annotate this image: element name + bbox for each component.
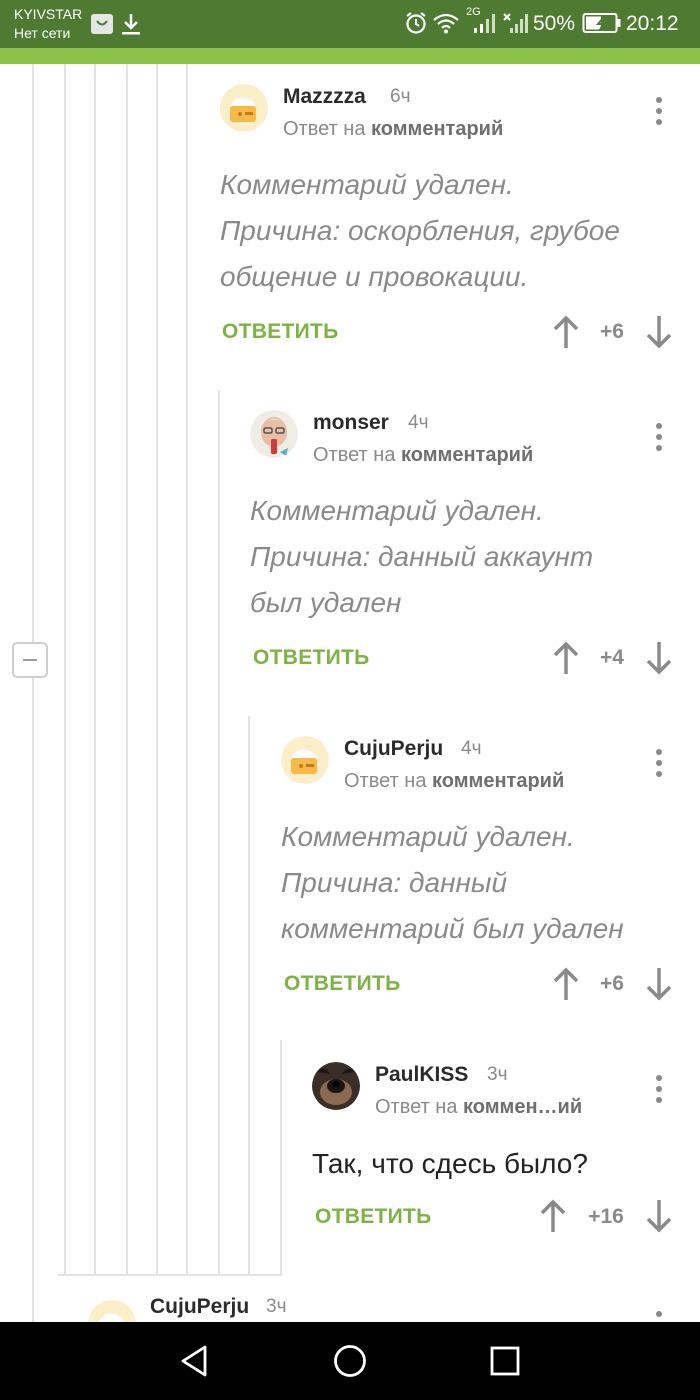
thread-line bbox=[64, 64, 66, 1276]
avatar[interactable] bbox=[250, 410, 298, 458]
downvote-arrow-icon[interactable] bbox=[645, 1198, 673, 1234]
username[interactable]: monser bbox=[313, 410, 389, 436]
upvote-arrow-icon[interactable] bbox=[539, 1198, 567, 1234]
default-cake-avatar-icon bbox=[88, 1300, 136, 1322]
upvote-arrow-icon[interactable] bbox=[552, 314, 580, 350]
avatar[interactable] bbox=[281, 736, 329, 784]
comment-score: +4 bbox=[600, 646, 624, 669]
text-line: Причина: оскорбления, грубое bbox=[220, 215, 620, 246]
thread-line bbox=[156, 64, 158, 1276]
text-line: Комментарий удален. bbox=[250, 495, 544, 526]
old-man-photo-avatar-icon bbox=[250, 410, 298, 458]
username[interactable]: Mazzzza bbox=[283, 84, 366, 110]
comment: CujuPerju 3ч bbox=[88, 1296, 688, 1322]
comment-text: Так, что сдесь было? bbox=[312, 1148, 588, 1179]
dog-photo-avatar-icon bbox=[312, 1062, 360, 1110]
more-options-icon[interactable] bbox=[655, 1311, 663, 1322]
thread-line bbox=[218, 390, 220, 1276]
text-line: Комментарий удален. bbox=[281, 821, 575, 852]
reply-to-link[interactable]: Ответ на комментарий bbox=[313, 442, 533, 468]
upvote-arrow-icon[interactable] bbox=[552, 966, 580, 1002]
alarm-icon bbox=[404, 11, 428, 40]
text-line: был удален bbox=[250, 587, 402, 618]
thread-line bbox=[280, 1040, 282, 1276]
wifi-icon bbox=[432, 12, 460, 39]
comment-time: 4ч bbox=[408, 412, 429, 433]
username[interactable]: CujuPerju bbox=[150, 1296, 249, 1320]
reply-button[interactable]: ОТВЕТИТЬ bbox=[284, 971, 401, 997]
battery-percent: 50% bbox=[533, 12, 576, 35]
deleted-comment-text: Комментарий удален. Причина: данный комм… bbox=[281, 814, 624, 952]
thread-line bbox=[186, 64, 188, 1276]
signal-off-icon bbox=[502, 12, 530, 39]
comment: monser 4ч Ответ на комментарий Комментар… bbox=[250, 410, 690, 680]
download-icon bbox=[120, 12, 142, 41]
comment-score: +6 bbox=[600, 972, 624, 995]
collapse-thread-button[interactable] bbox=[12, 642, 48, 678]
home-icon[interactable] bbox=[333, 1344, 367, 1378]
more-options-icon[interactable] bbox=[655, 97, 663, 131]
reply-to-target[interactable]: комментарий bbox=[371, 118, 503, 140]
reply-to-target[interactable]: комментарий bbox=[432, 770, 564, 792]
comment-time: 6ч bbox=[390, 86, 411, 107]
thread-line bbox=[32, 64, 34, 642]
app-header-strip bbox=[0, 48, 700, 64]
comment: CujuPerju 4ч Ответ на комментарий Коммен… bbox=[281, 736, 691, 1006]
deleted-comment-text: Комментарий удален. Причина: данный акка… bbox=[250, 488, 593, 626]
text-line: Причина: данный bbox=[281, 867, 508, 898]
reply-to-target[interactable]: коммен…ий bbox=[463, 1096, 582, 1118]
comment-score: +6 bbox=[600, 320, 624, 343]
reply-to-prefix: Ответ на bbox=[313, 444, 396, 466]
signal-icon bbox=[472, 12, 498, 39]
clock: 20:12 bbox=[626, 12, 679, 35]
downvote-arrow-icon[interactable] bbox=[645, 640, 673, 676]
thread-line bbox=[94, 64, 96, 1276]
reply-to-link[interactable]: Ответ на коммен…ий bbox=[375, 1094, 582, 1120]
reply-to-link[interactable]: Ответ на комментарий bbox=[283, 116, 503, 142]
downvote-arrow-icon[interactable] bbox=[645, 314, 673, 350]
system-navigation-bar bbox=[0, 1322, 700, 1400]
comment-score: +16 bbox=[588, 1205, 624, 1228]
reply-to-prefix: Ответ на bbox=[283, 118, 366, 140]
thread-line bbox=[32, 678, 34, 1322]
battery-icon bbox=[582, 12, 622, 39]
username[interactable]: CujuPerju bbox=[344, 736, 443, 762]
comment-time: 3ч bbox=[487, 1064, 508, 1085]
text-line: Причина: данный аккаунт bbox=[250, 541, 594, 572]
carrier-name: KYIVSTAR bbox=[14, 6, 83, 22]
reply-button[interactable]: ОТВЕТИТЬ bbox=[315, 1204, 432, 1230]
downvote-arrow-icon[interactable] bbox=[645, 966, 673, 1002]
comment-time: 4ч bbox=[461, 738, 482, 759]
back-icon[interactable] bbox=[178, 1344, 210, 1378]
shopping-bag-icon bbox=[90, 13, 114, 40]
reply-to-prefix: Ответ на bbox=[344, 770, 427, 792]
avatar[interactable] bbox=[312, 1062, 360, 1110]
status-bar: KYIVSTAR Нет сети 2G 50% 20:12 bbox=[0, 0, 700, 48]
thread-line bbox=[58, 1274, 282, 1276]
thread-line bbox=[248, 716, 250, 1276]
reply-to-prefix: Ответ на bbox=[375, 1096, 458, 1118]
more-options-icon[interactable] bbox=[655, 423, 663, 457]
avatar[interactable] bbox=[88, 1300, 136, 1322]
thread-line bbox=[126, 64, 128, 1276]
recents-icon[interactable] bbox=[490, 1346, 520, 1376]
default-cake-avatar-icon bbox=[281, 736, 329, 784]
text-line: общение и провокации. bbox=[220, 261, 529, 292]
reply-to-target[interactable]: комментарий bbox=[401, 444, 533, 466]
username[interactable]: PaulKISS bbox=[375, 1062, 468, 1088]
reply-to-link[interactable]: Ответ на комментарий bbox=[344, 768, 564, 794]
avatar[interactable] bbox=[220, 84, 268, 132]
reply-button[interactable]: ОТВЕТИТЬ bbox=[253, 645, 370, 671]
text-line: Комментарий удален. bbox=[220, 169, 514, 200]
comment-time: 3ч bbox=[266, 1296, 287, 1317]
text-line: комментарий был удален bbox=[281, 913, 624, 944]
upvote-arrow-icon[interactable] bbox=[552, 640, 580, 676]
comment: Mazzzza 6ч Ответ на комментарий Коммента… bbox=[220, 84, 690, 354]
more-options-icon[interactable] bbox=[655, 1075, 663, 1109]
deleted-comment-text: Комментарий удален. Причина: оскорбления… bbox=[220, 162, 620, 300]
more-options-icon[interactable] bbox=[655, 749, 663, 783]
default-cake-avatar-icon bbox=[220, 84, 268, 132]
network-status: Нет сети bbox=[14, 25, 71, 41]
reply-button[interactable]: ОТВЕТИТЬ bbox=[222, 319, 339, 345]
